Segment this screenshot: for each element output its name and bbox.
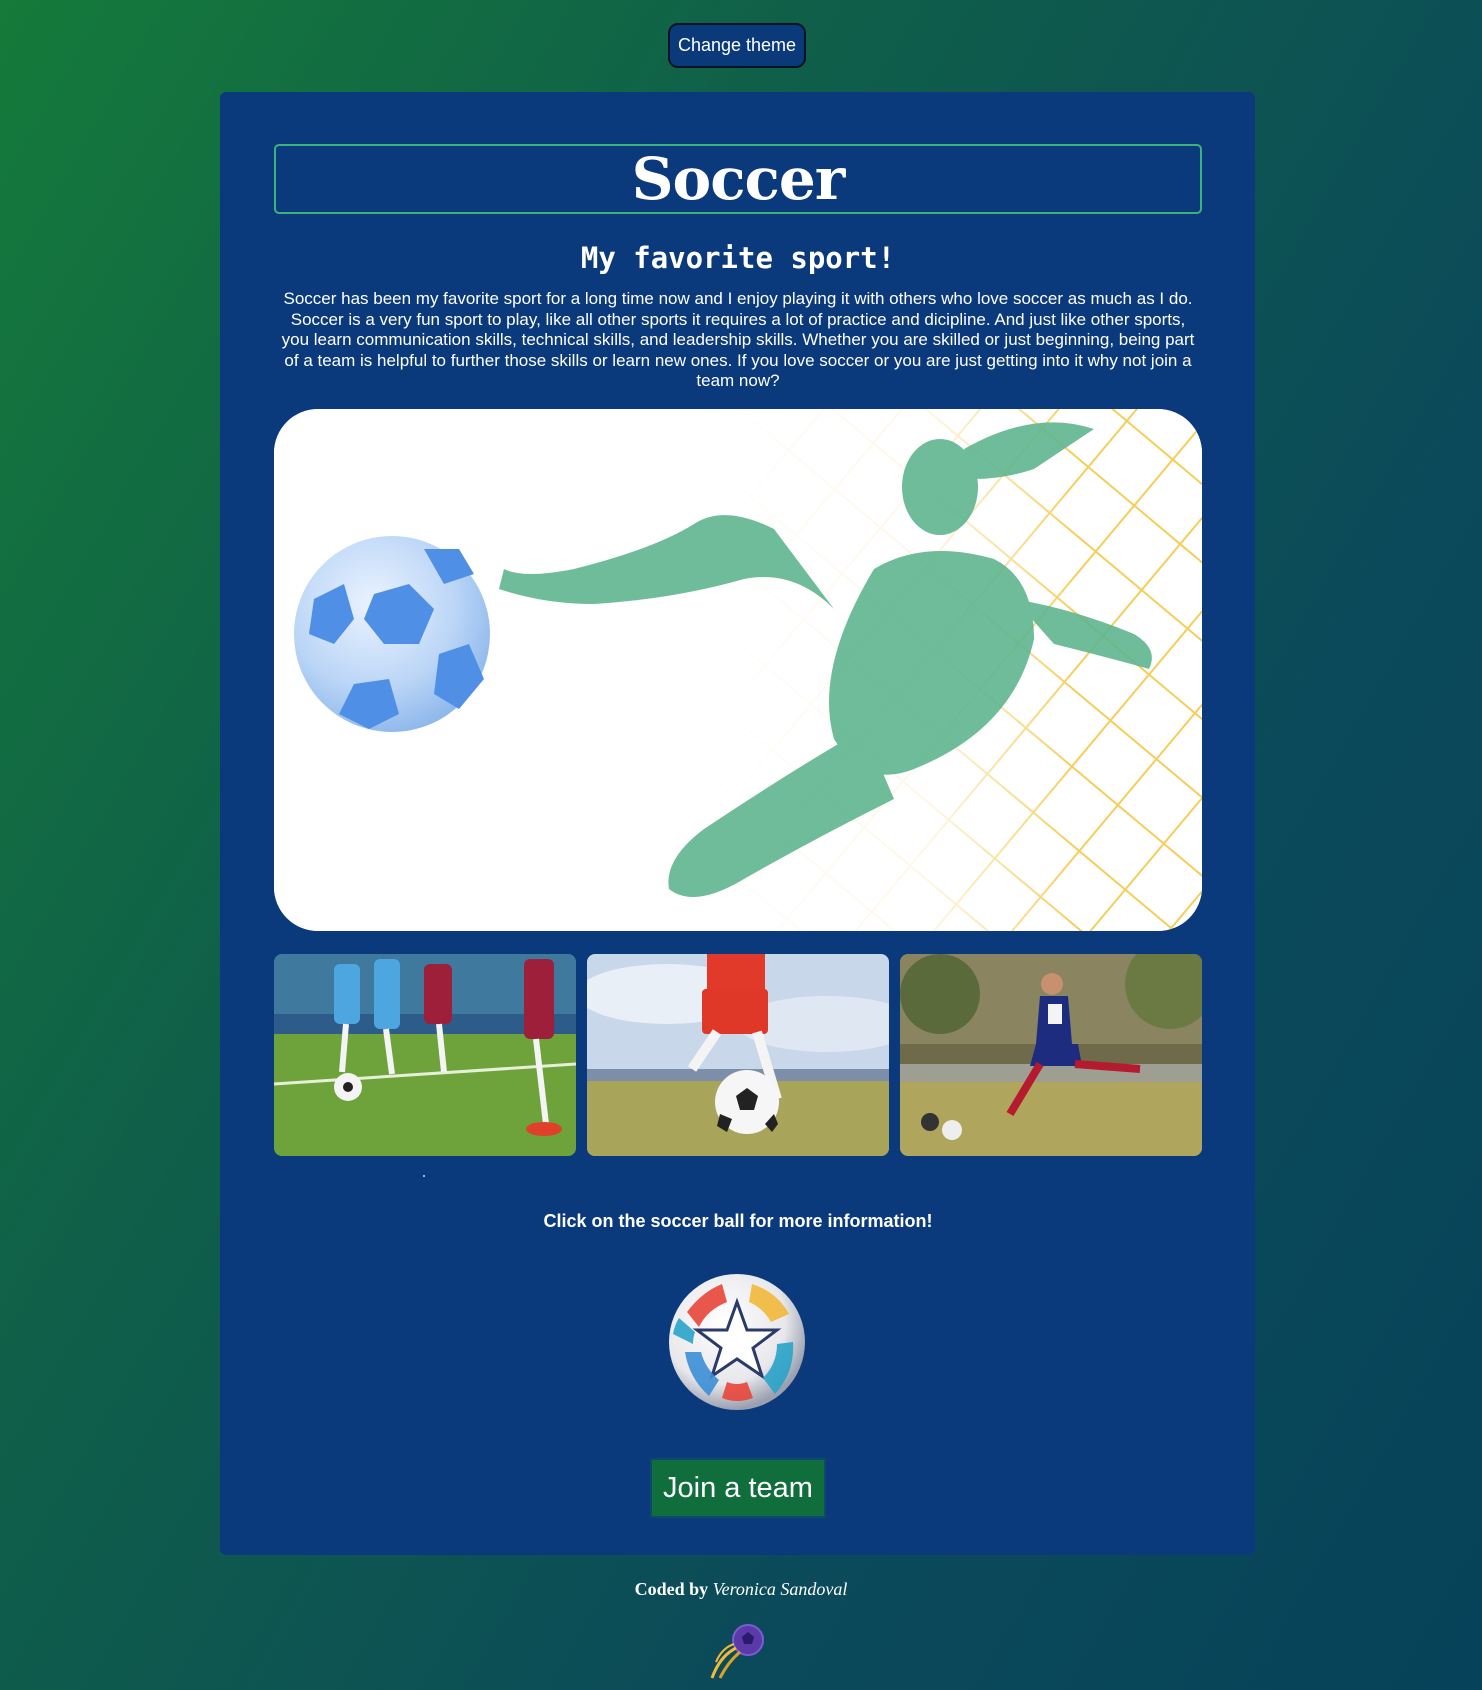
female-player-kicking-photo [900,954,1202,1156]
soccer-player-kick-image [274,409,1202,931]
main-card: Soccer My favorite sport! Soccer has bee… [220,92,1255,1555]
footer-credit: Coded by Veronica Sandoval [0,1578,1482,1600]
hero-image [274,409,1202,931]
join-team-button[interactable]: Join a team [650,1458,826,1518]
photo-gallery [274,954,1202,1156]
footer-logo [706,1622,768,1682]
coded-by-label: Coded by [634,1579,709,1599]
youth-soccer-match-photo [274,954,576,1156]
change-theme-button[interactable]: Change theme [668,23,806,68]
page-subtitle: My favorite sport! [580,241,896,275]
decorative-dot [423,1175,425,1177]
soccer-ball-info-link[interactable] [667,1272,807,1412]
title-box: Soccer [274,144,1202,214]
flying-soccer-ball-logo [710,1624,764,1679]
info-text: Click on the soccer ball for more inform… [543,1211,933,1231]
author-name: Veronica Sandoval [712,1579,848,1599]
page-title: Soccer [631,145,846,213]
colorful-soccer-ball-icon [669,1274,805,1410]
intro-paragraph: Soccer has been my favorite sport for a … [281,289,1195,390]
player-kicking-ball-photo [587,954,889,1156]
